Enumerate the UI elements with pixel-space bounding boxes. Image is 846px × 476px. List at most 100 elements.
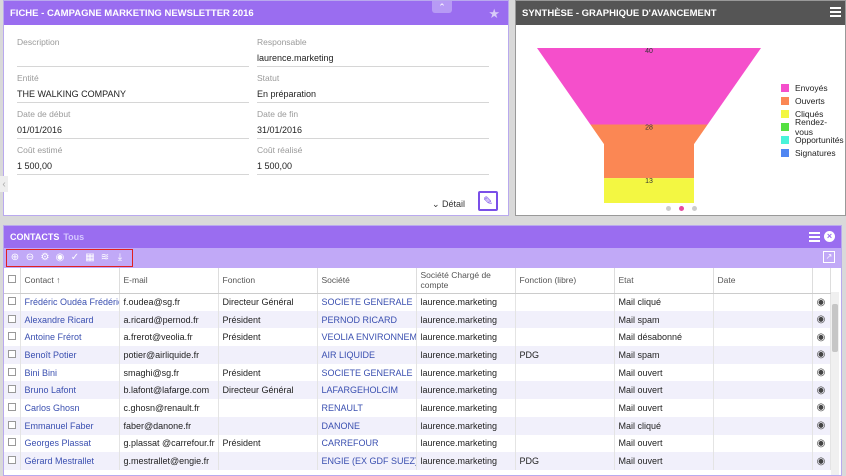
legend-item[interactable]: Signatures <box>781 146 845 159</box>
table-row[interactable]: Frédéric Oudéa Frédéric Oudéaf.oudea@sg.… <box>4 293 831 311</box>
table-cell[interactable]: Emmanuel Faber <box>20 416 120 435</box>
field-value: En préparation <box>257 89 317 99</box>
table-cell[interactable]: Carlos Ghosn <box>20 399 120 417</box>
layers-icon[interactable]: ≋ <box>99 252 111 264</box>
eye-icon[interactable]: ◉ <box>812 293 831 311</box>
row-checkbox[interactable] <box>8 438 16 447</box>
sort-asc-icon[interactable]: ↑ <box>54 275 60 285</box>
table-cell[interactable]: Bini Bini <box>20 363 120 382</box>
eye-icon[interactable]: ◉ <box>812 363 831 382</box>
table-row[interactable]: Benoît Potier potier@airliquide.fr AIR LIQ… <box>4 346 831 364</box>
field-label: Coût estimé <box>17 145 63 155</box>
scrollbar[interactable] <box>831 292 839 475</box>
check-icon[interactable]: ✓ <box>69 252 81 264</box>
column-header[interactable]: Date <box>713 268 813 294</box>
view-icon[interactable]: ◉ <box>54 252 66 264</box>
row-checkbox[interactable] <box>8 349 16 358</box>
contacts-title: CONTACTS <box>10 232 60 242</box>
table-row[interactable]: Alexandre Ricard a.ricard@pernod.fr Présid… <box>4 310 831 329</box>
add-icon[interactable]: ⊕ <box>9 252 21 264</box>
select-all-checkbox[interactable] <box>8 275 16 284</box>
legend-item[interactable]: Opportunités <box>781 133 845 146</box>
column-header-label: Contact <box>24 275 54 286</box>
table-cell[interactable]: Alexandre Ricard <box>20 310 120 329</box>
table-cell[interactable]: ENGIE (EX GDF SUEZ) <box>317 452 417 470</box>
edit-icon[interactable]: ✎ <box>478 191 498 211</box>
row-checkbox[interactable] <box>8 367 16 376</box>
chevron-left-icon[interactable]: ‹ <box>0 176 8 192</box>
table-row[interactable]: Georges Plassat g.plassat @carrefour.fr Pr… <box>4 434 831 453</box>
chart-legend: Envoyés Ouverts Cliqués Rendez-vous Opportun… <box>781 81 845 159</box>
carousel-dot[interactable] <box>692 206 697 211</box>
row-checkbox[interactable] <box>8 332 16 341</box>
close-icon[interactable]: × <box>824 231 835 242</box>
row-checkbox[interactable] <box>8 420 16 429</box>
column-header[interactable]: Contact ↑ <box>20 268 120 294</box>
table-cell[interactable]: Bruno Lafont <box>20 381 120 400</box>
contacts-filter-label[interactable]: Tous <box>63 232 84 242</box>
table-cell[interactable]: PERNOD RICARD <box>317 310 417 329</box>
table-cell[interactable]: SOCIETE GENERALE <box>317 293 417 311</box>
table-row[interactable]: Emmanuel Faber faber@danone.fr DANONE laure… <box>4 416 831 435</box>
table-cell[interactable]: Frédéric Oudéa Frédéric Oudéa <box>20 293 120 311</box>
table-cell[interactable]: DANONE <box>317 416 417 435</box>
table-row[interactable]: Bruno Lafont b.lafont@lafarge.com Directeu… <box>4 381 831 400</box>
eye-icon[interactable]: ◉ <box>812 328 831 347</box>
carousel-dot-active[interactable] <box>679 206 684 211</box>
table-cell[interactable]: VEOLIA ENVIRONNEMENT <box>317 328 417 347</box>
column-header[interactable]: Société <box>317 268 417 294</box>
table-cell[interactable]: Benoît Potier <box>20 346 120 364</box>
eye-icon[interactable]: ◉ <box>812 416 831 435</box>
table-row[interactable]: Bini Bini smaghi@sg.fr Président SOCIETE GE… <box>4 363 831 382</box>
table-row[interactable]: Carlos Ghosn c.ghosn@renault.fr RENAULT lau… <box>4 399 831 417</box>
column-header[interactable]: Société Chargé de compte <box>416 268 516 294</box>
eye-icon[interactable]: ◉ <box>812 346 831 364</box>
table-cell: g.mestrallet@engie.fr <box>119 452 219 470</box>
funnel-segment[interactable] <box>537 48 761 125</box>
detail-link[interactable]: ⌄ Détail <box>432 199 465 210</box>
column-header[interactable]: E-mail <box>119 268 219 294</box>
table-cell[interactable]: LAFARGEHOLCIM <box>317 381 417 400</box>
eye-icon[interactable]: ◉ <box>812 452 831 470</box>
table-row[interactable]: Gérard Mestrallet g.mestrallet@engie.fr EN… <box>4 452 831 470</box>
table-cell[interactable]: AIR LIQUIDE <box>317 346 417 364</box>
menu-icon[interactable] <box>830 7 841 17</box>
funnel-segment[interactable] <box>590 124 708 179</box>
actions-header <box>812 268 831 294</box>
row-checkbox[interactable] <box>8 314 16 323</box>
collapse-up-icon[interactable]: ⌃ <box>432 1 452 13</box>
remove-icon[interactable]: ⊖ <box>24 252 36 264</box>
carousel-dot[interactable] <box>666 206 671 211</box>
row-checkbox[interactable] <box>8 297 16 306</box>
column-header[interactable]: Fonction <box>218 268 318 294</box>
table-row[interactable]: Antoine Frérot a.frerot@veolia.fr Présiden… <box>4 328 831 347</box>
export-icon[interactable]: ↗ <box>823 251 835 263</box>
menu-icon[interactable] <box>809 231 820 242</box>
column-header[interactable]: Fonction (libre) <box>515 268 615 294</box>
legend-item[interactable]: Ouverts <box>781 94 845 107</box>
column-header[interactable]: Etat <box>614 268 714 294</box>
table-cell[interactable]: Antoine Frérot <box>20 328 120 347</box>
table-cell[interactable]: RENAULT <box>317 399 417 417</box>
eye-icon[interactable]: ◉ <box>812 310 831 329</box>
star-icon[interactable]: ★ <box>488 6 500 22</box>
table-cell[interactable]: Georges Plassat <box>20 434 120 453</box>
row-checkbox[interactable] <box>8 402 16 411</box>
row-checkbox-cell <box>4 363 21 382</box>
table-cell[interactable]: CARREFOUR <box>317 434 417 453</box>
legend-swatch <box>781 122 789 131</box>
calendar-icon[interactable]: ▦ <box>84 252 96 264</box>
scrollbar-thumb[interactable] <box>832 304 838 352</box>
table-cell[interactable]: Gérard Mestrallet <box>20 452 120 470</box>
table-cell <box>515 328 615 347</box>
eye-icon[interactable]: ◉ <box>812 399 831 417</box>
legend-item[interactable]: Envoyés <box>781 81 845 94</box>
download-icon[interactable]: ⤓ <box>114 252 126 264</box>
eye-icon[interactable]: ◉ <box>812 434 831 453</box>
eye-icon[interactable]: ◉ <box>812 381 831 400</box>
row-checkbox[interactable] <box>8 385 16 394</box>
settings-icon[interactable]: ⚙ <box>39 252 51 264</box>
legend-item[interactable]: Rendez-vous <box>781 117 845 137</box>
table-cell[interactable]: SOCIETE GENERALE <box>317 363 417 382</box>
row-checkbox[interactable] <box>8 456 16 465</box>
